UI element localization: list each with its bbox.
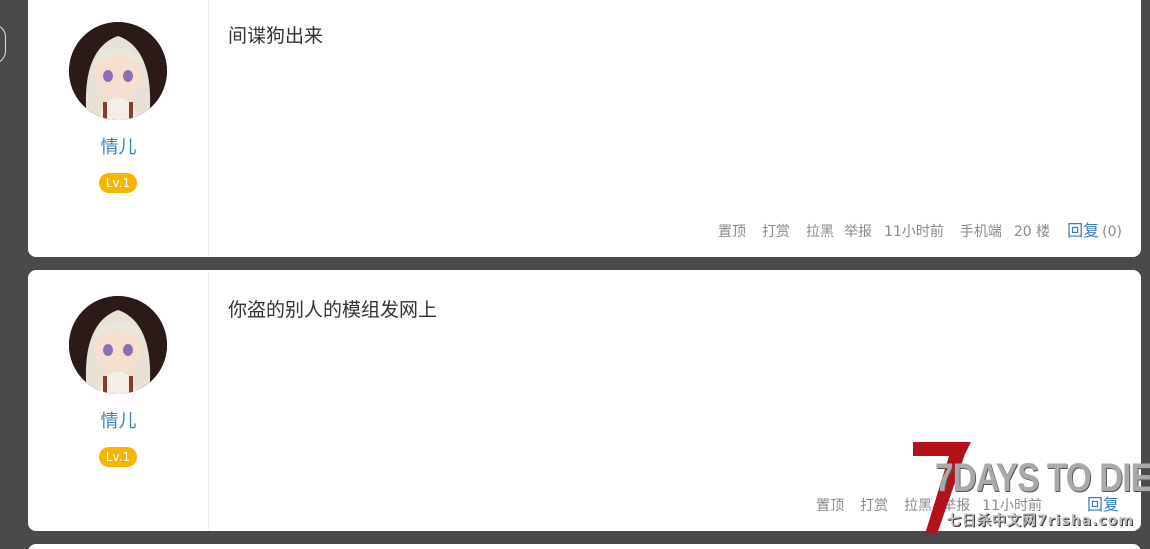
avatar[interactable]: [69, 296, 167, 394]
comment-text: 你盗的别人的模组发网上: [228, 299, 438, 321]
comment-actions: 置顶 打赏 拉黑 举报 11小时前 手机端 20 楼 回复 (0): [718, 217, 1122, 241]
username-link[interactable]: 情儿: [28, 133, 209, 159]
pin-button[interactable]: 置顶: [816, 495, 844, 515]
floor-number: 20 楼: [1013, 224, 1051, 240]
comment-card: [28, 544, 1141, 549]
post-time: 11小时前: [884, 224, 944, 240]
tip-button[interactable]: 打赏: [860, 495, 888, 515]
author-panel: 情儿 Lv.1: [28, 270, 209, 531]
report-button[interactable]: 举报: [844, 221, 872, 241]
author-panel: 情儿 Lv.1: [28, 0, 209, 257]
comment-card: 情儿 Lv.1 间谍狗出来 置顶 打赏 拉黑 举报 11小时前 手机端 20 楼…: [28, 0, 1141, 257]
watermark-subtitle: 七日杀中文网7risha.com: [947, 513, 1135, 529]
reply-count: (0): [1102, 224, 1122, 240]
tip-button[interactable]: 打赏: [762, 221, 790, 241]
side-circle-button[interactable]: [0, 24, 6, 64]
pin-button[interactable]: 置顶: [718, 221, 746, 241]
reply-button[interactable]: 回复: [1067, 217, 1099, 241]
site-watermark: 7DAYS TO DIE 七日杀中文网7risha.com: [905, 440, 1150, 534]
block-button[interactable]: 拉黑: [806, 221, 834, 241]
avatar[interactable]: [69, 22, 167, 120]
level-badge: Lv.1: [99, 173, 137, 193]
username-link[interactable]: 情儿: [28, 407, 209, 433]
comment-text: 间谍狗出来: [228, 25, 324, 47]
watermark-title: 7DAYS TO DIE: [935, 456, 1150, 500]
device-label: 手机端: [959, 224, 1002, 240]
level-badge: Lv.1: [99, 447, 137, 467]
